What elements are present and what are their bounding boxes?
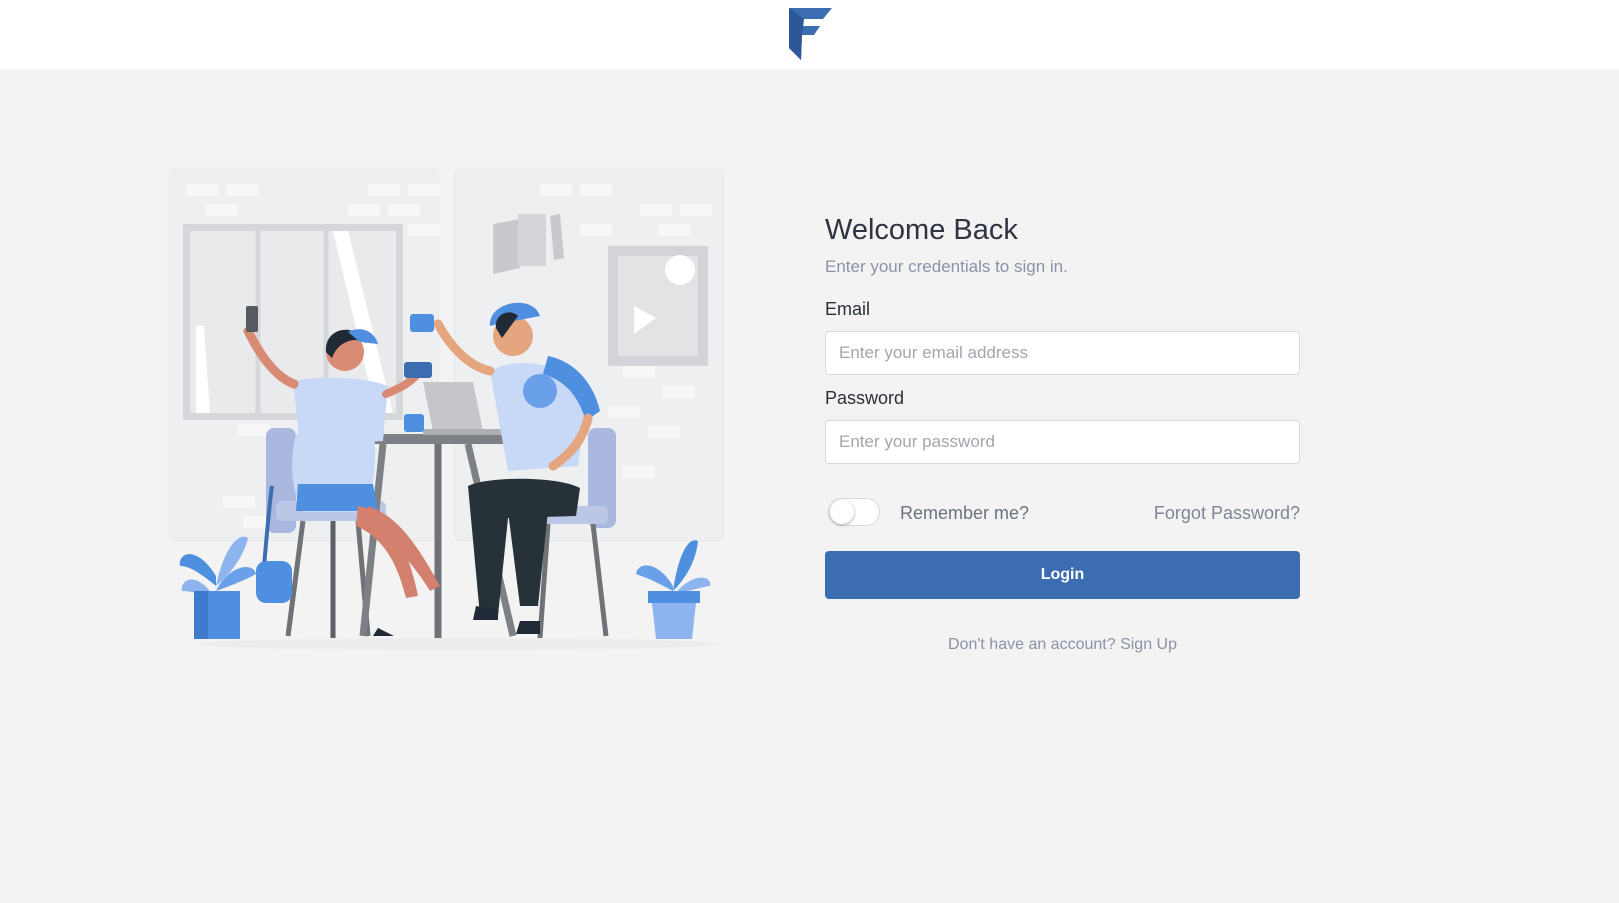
email-label: Email <box>825 299 871 319</box>
forgot-password-link[interactable]: Forgot Password? <box>1154 503 1300 524</box>
password-label: Password <box>825 388 905 408</box>
page-title: Welcome Back <box>825 214 1018 246</box>
login-button[interactable]: Login <box>825 551 1300 599</box>
remember-me-label: Remember me? <box>900 503 1030 523</box>
signup-prompt: Don't have an account? Sign Up <box>825 636 1300 654</box>
signup-prompt-text: Don't have an account? <box>948 636 1116 653</box>
brand-logo-icon[interactable] <box>789 8 832 60</box>
password-field[interactable] <box>825 420 1300 464</box>
signup-link[interactable]: Sign Up <box>1120 636 1177 653</box>
top-header <box>0 0 1619 69</box>
page-subtitle: Enter your credentials to sign in. <box>825 257 1068 276</box>
people-at-table-illustration <box>169 168 724 650</box>
email-field[interactable] <box>825 331 1300 375</box>
toggle-knob <box>830 500 854 524</box>
remember-me-toggle[interactable] <box>828 498 880 526</box>
